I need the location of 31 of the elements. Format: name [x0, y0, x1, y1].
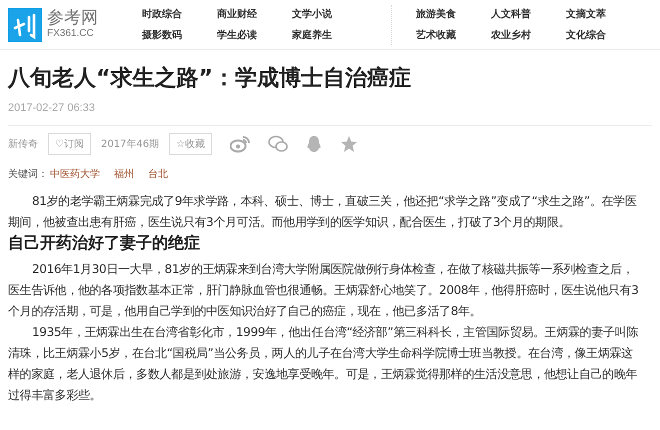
nav-link[interactable]: 人文科普 — [491, 7, 566, 21]
nav-link[interactable]: 学生必读 — [217, 28, 292, 42]
site-domain: FX361.CC — [47, 29, 95, 39]
nav-link[interactable]: 家庭养生 — [292, 28, 367, 42]
keywords-label: 关键词： — [8, 168, 48, 181]
nav-link[interactable]: 文学小说 — [292, 7, 367, 21]
site-name: 参考网 — [47, 10, 98, 27]
penguin-icon[interactable] — [306, 135, 322, 153]
nav-link[interactable]: 时政综合 — [142, 7, 217, 21]
source-label: 新传奇 — [8, 138, 38, 151]
nav-link[interactable]: 文化综合 — [566, 28, 641, 42]
nav-link[interactable]: 商业财经 — [217, 7, 292, 21]
nav-link[interactable]: 艺术收藏 — [416, 28, 491, 42]
paragraph: 1935年，王炳霖出生在台湾省彰化市，1999年，他出任台湾“经济部”第三科科长，主管国际贸易。王炳霖的妻子叫陈清珠，比王炳霖小5岁，在台北“国税局”当公务员，两人的儿子在台湾大学生命科学院博士班当教授。在台湾，像王炳霖这样的家庭，老人退休后，多数人都是到处旅游，安逸地享受晚年。可是，王炳霖觉得那样的生活没意思，他想让自己的晚年过得丰富多彩些。 — [8, 324, 639, 404]
section-heading: 自己开药治好了妻子的绝症 — [8, 233, 201, 253]
nav-link[interactable]: 摄影数码 — [142, 28, 217, 42]
paragraph: 2016年1月30日一大早，81岁的王炳霖来到台湾大学附属医院做例行身体检查，在做了核磁共振等一系列检查之后，医生告诉他，他的各项指数基本正常，肝门静脉血管也很通畅。王炳霖舒心地笑了。2008年，他得肝癌时，医生说他只有3个月的存活期，可是，他用自己学到的中医知识治好了自己的癌症，现在，他已多活了8年。 — [8, 261, 640, 320]
keyword-link[interactable]: 中医药大学 — [50, 167, 100, 181]
nav-link[interactable]: 农业乡村 — [491, 28, 566, 42]
paragraph: 81岁的老学霸王炳霖完成了9年求学路，本科、硕士、博士，直破三关，他还把“求学之路”变成了“求生之路”。在学医期间，他被查出患有肝癌，医生说只有3个月可活。而他用学到的医学知识，配合医生，打破了3个月的期限。 — [8, 193, 638, 231]
keyword-link[interactable]: 福州 — [114, 167, 134, 181]
star-icon[interactable] — [340, 135, 358, 153]
article-title: 八旬老人“求生之路”：学成博士自治癌症 — [8, 64, 412, 93]
source-label: 2017年46期 — [100, 138, 160, 151]
keyword-link[interactable]: 台北 — [148, 167, 168, 181]
nav-link[interactable]: 文摘文萃 — [566, 7, 641, 21]
weibo-icon[interactable] — [230, 135, 250, 153]
logo-icon — [8, 8, 42, 42]
nav-link[interactable]: 旅游美食 — [416, 7, 491, 21]
publish-date: 2017-02-27 06:33 — [8, 102, 96, 114]
wechat-icon[interactable] — [268, 135, 288, 153]
